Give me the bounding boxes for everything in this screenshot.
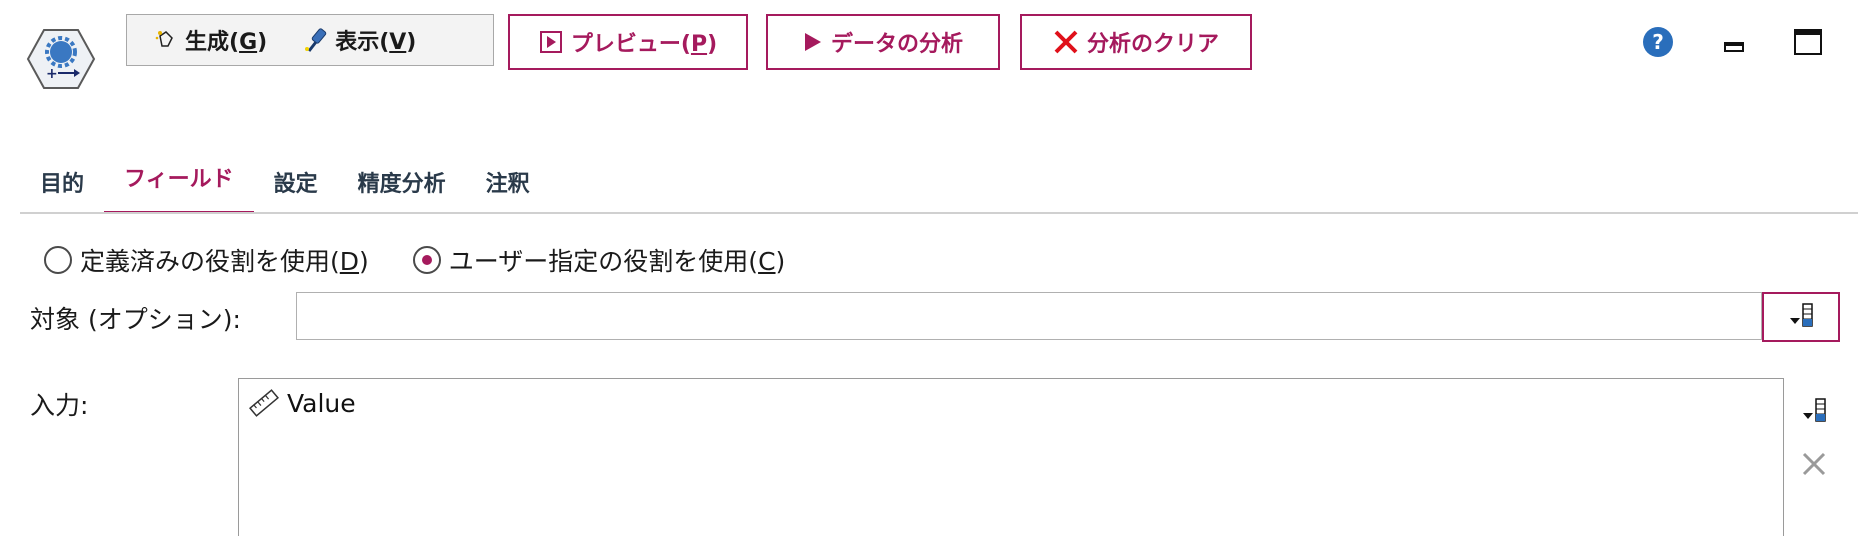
generate-label: 生成(: [185, 30, 240, 55]
maximize-icon[interactable]: [1792, 26, 1824, 58]
generate-menu[interactable]: 生成(G): [127, 15, 293, 65]
target-field-picker-button[interactable]: [1762, 292, 1840, 342]
preview-label: プレビュー(: [570, 32, 691, 57]
ruler-icon: [245, 385, 281, 421]
svg-text:?: ?: [1652, 30, 1664, 54]
list-item[interactable]: Value: [245, 383, 356, 423]
analyze-data-button[interactable]: データの分析: [766, 14, 1000, 70]
target-field[interactable]: [296, 292, 1762, 340]
svg-text:+: +: [46, 66, 58, 82]
toolbar-menu-group: 生成(G) 表示(V): [126, 14, 494, 66]
field-picker-icon: [1799, 395, 1829, 429]
analyze-data-label: データの分析: [830, 32, 963, 57]
tab-fields[interactable]: フィールド: [104, 150, 254, 214]
minimize-icon[interactable]: [1718, 26, 1750, 58]
preview-mnemonic: P: [690, 32, 708, 57]
custom-roles-mnemonic: C: [758, 247, 776, 276]
tab-accuracy-analysis[interactable]: 精度分析: [338, 150, 466, 214]
clear-analysis-label: 分析のクリア: [1086, 32, 1219, 57]
inputs-label: 入力:: [30, 391, 89, 420]
inputs-field-picker-button[interactable]: [1794, 392, 1834, 432]
generate-mnemonic: G: [239, 30, 258, 55]
wand-icon: [153, 27, 179, 53]
tab-objective[interactable]: 目的: [20, 150, 104, 214]
predefined-roles-radio[interactable]: 定義済みの役割を使用(D): [44, 242, 369, 278]
tab-bar: 目的 フィールド 設定 精度分析 注釈: [20, 150, 550, 214]
target-label: 対象 (オプション):: [30, 305, 241, 334]
help-icon[interactable]: ?: [1642, 26, 1674, 58]
view-label: 表示(: [335, 30, 390, 55]
play-icon: [803, 31, 823, 53]
predefined-roles-mnemonic: D: [339, 247, 360, 276]
view-menu[interactable]: 表示(V): [293, 15, 442, 65]
node-icon: +: [26, 28, 96, 90]
radio-unchecked-icon: [44, 246, 72, 274]
list-item-label: Value: [287, 388, 356, 418]
custom-roles-radio[interactable]: ユーザー指定の役割を使用(C): [412, 242, 785, 278]
preview-button[interactable]: プレビュー(P): [508, 14, 748, 70]
custom-roles-label: ユーザー指定の役割を使用(: [448, 247, 759, 276]
x-icon: [1053, 29, 1079, 55]
predefined-roles-label: 定義済みの役割を使用(: [80, 247, 340, 276]
tab-divider: [20, 212, 1858, 214]
inputs-list[interactable]: Value: [238, 378, 1784, 536]
tab-annotations[interactable]: 注釈: [466, 150, 550, 214]
remove-field-button[interactable]: [1794, 446, 1834, 486]
role-radio-group: 定義済みの役割を使用(D) ユーザー指定の役割を使用(C): [44, 242, 829, 278]
close-icon: [1800, 450, 1828, 482]
tab-settings[interactable]: 設定: [254, 150, 338, 214]
field-picker-icon: [1786, 300, 1816, 334]
clear-analysis-button[interactable]: 分析のクリア: [1020, 14, 1252, 70]
view-mnemonic: V: [389, 30, 407, 55]
radio-checked-icon: [412, 246, 441, 274]
play-box-icon: [539, 30, 563, 54]
flashlight-icon: [303, 27, 329, 53]
